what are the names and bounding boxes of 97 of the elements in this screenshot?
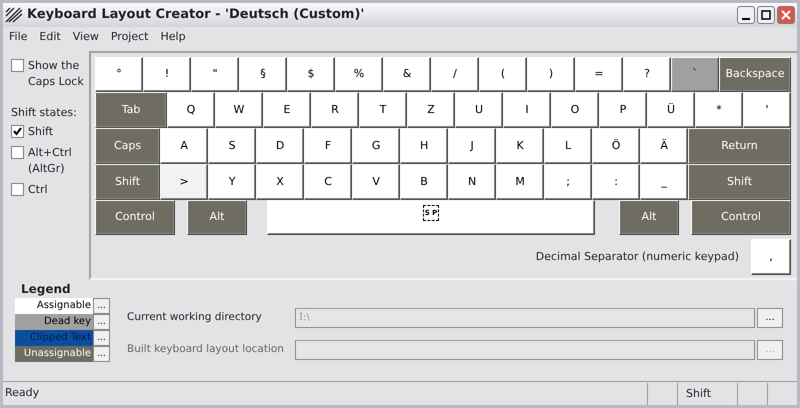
keyboard-key[interactable]: Return [688,128,791,164]
keyboard-key[interactable]: Ü [647,92,695,128]
field-label: Current working directory [127,310,263,325]
keyboard-key[interactable]: _ [640,164,688,200]
status-text: Ready [4,385,40,402]
keyboard-key[interactable]: ! [143,56,191,92]
keyboard-key[interactable]: L [544,128,592,164]
keyboard-key[interactable]: B [400,164,448,200]
legend-swatch: Assignable [15,298,93,314]
keyboard-key[interactable]: " [191,56,239,92]
keyboard-key[interactable]: V [352,164,400,200]
keyboard-key[interactable]: Backspace [719,56,791,92]
path-field[interactable] [295,340,755,360]
keyboard-key[interactable]: X [256,164,304,200]
keyboard-key[interactable]: O [551,92,599,128]
keyboard-key[interactable]: > [160,164,208,200]
maximize-button[interactable] [757,6,775,24]
keyboard-key[interactable]: F [304,128,352,164]
color-picker-button[interactable]: ... [93,298,110,314]
color-picker-button[interactable]: ... [93,346,110,362]
menu-item[interactable]: View [68,29,103,46]
checkbox-label: Alt+Ctrl (AltGr) [28,144,73,177]
checkbox[interactable] [11,182,24,196]
keyboard-key[interactable]: Control [95,200,175,236]
keyboard-key[interactable]: J [448,128,496,164]
minimize-button[interactable] [737,6,755,24]
keyboard-key[interactable]: Tab [95,92,167,128]
section-label: Shift states: [11,104,78,120]
keyboard-key[interactable]: : [592,164,640,200]
legend-title: Legend [20,280,72,298]
keyboard-key[interactable]: ( [479,56,527,92]
keyboard-key[interactable]: Y [208,164,256,200]
color-picker-button[interactable]: ... [93,330,110,346]
keyboard-key[interactable]: N [448,164,496,200]
keyboard-key[interactable]: ) [527,56,575,92]
keyboard-key[interactable]: Caps [95,128,160,164]
legend-swatch: Dead key [15,314,93,330]
keyboard-key[interactable]: § [239,56,287,92]
keyboard-key[interactable]: Shift [95,164,160,200]
keyboard-key[interactable]: Ä [640,128,688,164]
checkbox-label: Ctrl [28,182,48,198]
keyboard-key[interactable]: / [431,56,479,92]
keyboard-key[interactable]: I [503,92,551,128]
keyboard-key[interactable]: D [256,128,304,164]
menu-item[interactable]: Edit [35,29,65,46]
keyboard-key[interactable]: U [455,92,503,128]
keyboard-key[interactable]: P [599,92,647,128]
color-picker-button[interactable]: ... [93,314,110,330]
legend-swatch: Clipped Text [15,330,93,346]
status-panel: Shift [677,382,737,404]
keyboard-key[interactable]: , [751,239,791,276]
checkbox[interactable] [11,125,24,138]
keyboard-key[interactable]: Control [691,200,791,236]
keyboard-key[interactable]: Shift [688,164,791,200]
keyboard-key[interactable]: S [208,128,256,164]
keyboard-key[interactable]: Z [407,92,455,128]
legend-swatch: Unassignable [15,346,93,362]
menu-item[interactable]: Help [156,29,190,46]
checkbox-label: Show the Caps Lock [28,58,85,90]
checkbox[interactable] [11,146,24,158]
checkbox[interactable] [11,58,24,72]
keyboard-key[interactable]: ` [671,56,719,92]
keyboard-key[interactable]: E [263,92,311,128]
keyboard-key[interactable]: H [400,128,448,164]
keyboard-key[interactable]: = [575,56,623,92]
browse-button[interactable]: ... [757,308,783,328]
keyboard-key[interactable]: R [311,92,359,128]
window-title: Keyboard Layout Creator - 'Deutsch (Custom)' [27,6,366,24]
keyboard-key[interactable]: M [496,164,544,200]
keyboard-key[interactable]: ° [95,56,143,92]
keyboard-key[interactable]: C [304,164,352,200]
close-button[interactable] [777,6,795,24]
keyboard-key[interactable]: W [215,92,263,128]
app-icon [5,7,23,23]
keyboard-key[interactable]: K [496,128,544,164]
keyboard-key[interactable]: Ö [592,128,640,164]
keyboard-key[interactable]: ; [544,164,592,200]
keyboard-key[interactable]: ' [743,92,791,128]
menu-item[interactable]: File [5,29,32,46]
keyboard-key[interactable]: % [335,56,383,92]
keyboard-key[interactable]: A [160,128,208,164]
close-icon [781,10,791,20]
keyboard-key[interactable]: Alt [619,200,679,236]
keyboard-key[interactable]: Q [167,92,215,128]
field-label: Built keyboard layout location [127,342,285,357]
decimal-separator-label: Decimal Separator (numeric keypad) [536,249,739,266]
keyboard-key[interactable]: & [383,56,431,92]
keyboard-key[interactable]: Alt [187,200,247,236]
checkbox-label: Shift [28,124,54,140]
menu-item[interactable]: Project [106,29,152,46]
keyboard-key[interactable]: T [359,92,407,128]
maximize-icon [761,10,771,20]
keyboard-key[interactable]: ? [623,56,671,92]
keyboard-key[interactable]: * [695,92,743,128]
keyboard-key[interactable]: $ [287,56,335,92]
keyboard-key[interactable]: G [352,128,400,164]
minimize-icon [742,18,750,20]
